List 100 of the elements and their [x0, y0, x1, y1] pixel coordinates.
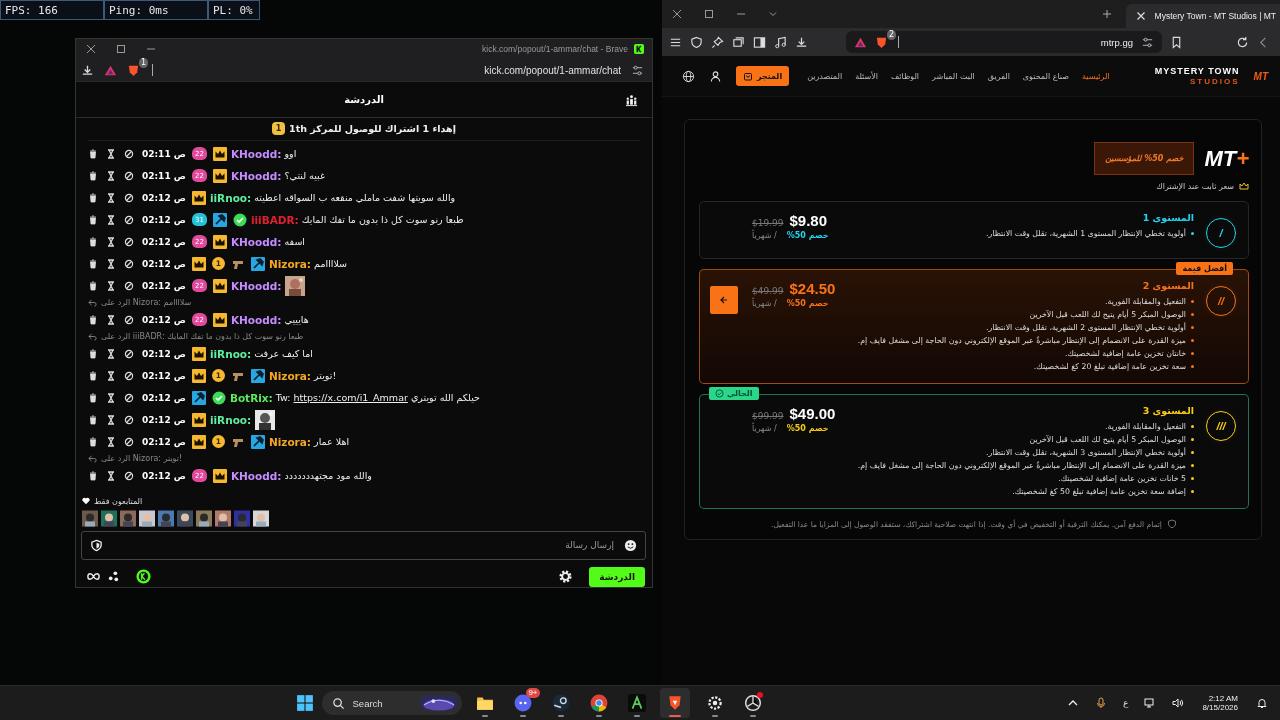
username[interactable]: Nizora: — [268, 435, 312, 448]
ban-icon[interactable] — [124, 192, 134, 203]
nav-link[interactable]: الفريق — [987, 71, 1010, 81]
link[interactable]: https://x.com/i1_Ammar — [293, 392, 408, 404]
hourglass-icon[interactable] — [106, 192, 116, 203]
search-box[interactable]: Search — [321, 691, 462, 715]
bookmark-icon[interactable] — [1170, 35, 1183, 49]
ban-icon[interactable] — [124, 414, 134, 425]
nav-link[interactable]: المتصدرين — [807, 71, 843, 81]
trash-icon[interactable] — [88, 148, 98, 159]
pin-icon[interactable] — [711, 35, 724, 49]
address-text[interactable]: kick.com/popout/1-ammar/chat — [484, 64, 621, 76]
trash-icon[interactable] — [88, 236, 98, 247]
nav-link[interactable]: الأسئلة — [855, 71, 878, 81]
people-icon[interactable] — [625, 94, 638, 107]
trash-icon[interactable] — [88, 170, 98, 181]
hourglass-icon[interactable] — [106, 280, 116, 291]
username[interactable]: BotRix: — [229, 391, 273, 404]
ban-icon[interactable] — [124, 148, 134, 159]
start-icon[interactable] — [295, 694, 314, 712]
network-icon[interactable] — [1144, 697, 1157, 709]
hourglass-icon[interactable] — [106, 414, 116, 425]
username[interactable]: iiRnoo: — [209, 413, 252, 426]
hourglass-icon[interactable] — [106, 170, 116, 181]
shield-icon[interactable] — [690, 35, 703, 49]
trash-icon[interactable] — [88, 280, 98, 291]
message-input[interactable]: إرسال رسالة — [81, 530, 646, 560]
hourglass-icon[interactable] — [106, 436, 116, 447]
clock-time[interactable]: 2:12 AM — [1208, 694, 1238, 703]
hourglass-icon[interactable] — [106, 214, 116, 225]
chevron-down-icon[interactable] — [768, 9, 778, 19]
close-icon[interactable] — [86, 44, 96, 55]
kick-coin-icon[interactable] — [136, 569, 151, 585]
trash-icon[interactable] — [88, 436, 98, 447]
tune-icon[interactable] — [631, 63, 644, 77]
trash-icon[interactable] — [88, 414, 98, 425]
user-icon[interactable] — [709, 69, 722, 83]
hourglass-icon[interactable] — [106, 258, 116, 269]
globe-icon[interactable] — [682, 69, 695, 83]
trash-icon[interactable] — [88, 258, 98, 269]
settings-icon[interactable] — [558, 569, 574, 585]
download-icon[interactable] — [81, 63, 94, 77]
triangle-icon[interactable] — [854, 35, 867, 49]
folder-icon[interactable] — [475, 694, 494, 712]
hourglass-icon[interactable] — [106, 314, 116, 325]
address-bar[interactable]: 2 mtrp.gg — [846, 31, 1162, 53]
chat-app-icon[interactable] — [513, 694, 532, 712]
clock-date[interactable]: 8/15/2026 — [1202, 703, 1238, 712]
username[interactable]: KHoodd: — [230, 147, 282, 160]
username[interactable]: KHoodd: — [230, 313, 282, 326]
bell-icon[interactable] — [1256, 697, 1268, 709]
nav-link[interactable]: الوظائف — [891, 71, 920, 81]
ban-icon[interactable] — [124, 258, 134, 269]
music-icon[interactable] — [774, 35, 787, 49]
trash-icon[interactable] — [88, 470, 98, 481]
download-icon[interactable] — [795, 35, 808, 49]
message-field[interactable]: إرسال رسالة — [111, 539, 616, 552]
nav-link[interactable]: البث المباشر — [932, 71, 975, 81]
close-icon[interactable] — [672, 9, 682, 19]
trash-icon[interactable] — [88, 392, 98, 403]
sidebar-icon[interactable] — [753, 35, 766, 49]
ban-icon[interactable] — [124, 370, 134, 381]
hourglass-icon[interactable] — [106, 392, 116, 403]
trash-icon[interactable] — [88, 214, 98, 225]
maximize-icon[interactable] — [116, 44, 126, 55]
hourglass-icon[interactable] — [106, 348, 116, 359]
username[interactable]: iiiBADR: — [250, 213, 299, 226]
dots-icon[interactable] — [107, 570, 120, 584]
address-text[interactable]: mtrp.gg — [1100, 36, 1133, 48]
hourglass-icon[interactable] — [106, 470, 116, 481]
language-indicator[interactable]: ع — [1123, 698, 1129, 708]
username[interactable]: Nizora: — [268, 369, 312, 382]
trash-icon[interactable] — [88, 348, 98, 359]
shield-icon[interactable] — [90, 538, 103, 552]
nav-link[interactable]: صناع المحتوى — [1022, 71, 1070, 81]
ban-icon[interactable] — [124, 170, 134, 181]
trash-icon[interactable] — [88, 314, 98, 325]
new-tab-icon[interactable] — [1101, 9, 1112, 19]
ban-icon[interactable] — [124, 470, 134, 481]
browser-icon[interactable] — [589, 694, 608, 712]
username[interactable]: iiRnoo: — [209, 347, 252, 360]
ban-icon[interactable] — [124, 214, 134, 225]
hourglass-icon[interactable] — [106, 236, 116, 247]
emoji-icon[interactable] — [624, 538, 637, 552]
browser-tab[interactable]: Mystery Town - MT Studios | MT — [1125, 4, 1280, 28]
username[interactable]: KHoodd: — [230, 169, 282, 182]
tabs-icon[interactable] — [732, 35, 745, 49]
nav-link[interactable]: الرئيسية — [1082, 71, 1110, 81]
reload-icon[interactable] — [1236, 35, 1249, 49]
ban-icon[interactable] — [124, 348, 134, 359]
ban-icon[interactable] — [124, 314, 134, 325]
taskbar-button[interactable]: 9+ — [507, 688, 538, 718]
ban-icon[interactable] — [124, 236, 134, 247]
username[interactable]: KHoodd: — [230, 279, 282, 292]
hourglass-icon[interactable] — [106, 148, 116, 159]
app-icon[interactable] — [627, 694, 646, 712]
volume-icon[interactable] — [1172, 697, 1185, 709]
username[interactable]: KHoodd: — [230, 235, 282, 248]
ban-icon[interactable] — [124, 280, 134, 291]
trash-icon[interactable] — [88, 192, 98, 203]
